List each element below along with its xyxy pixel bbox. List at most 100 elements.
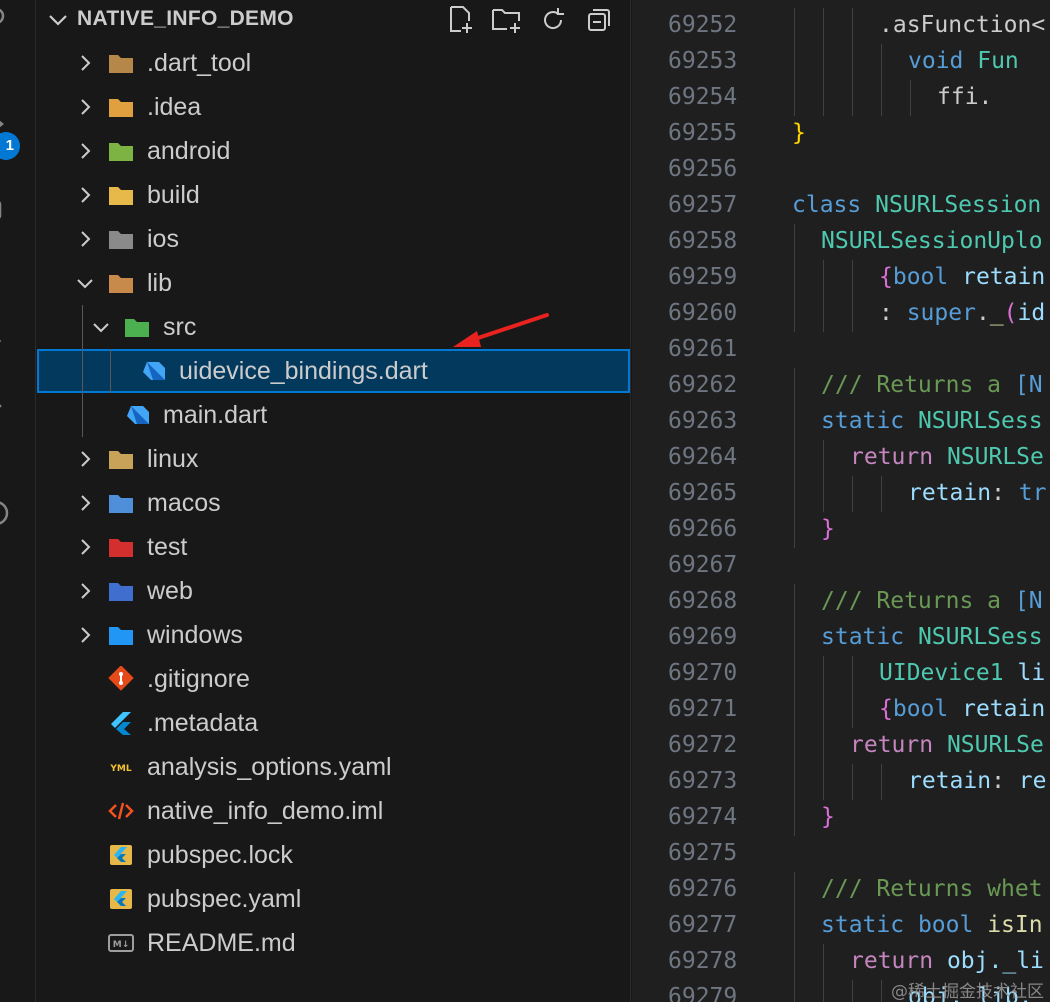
code-token: re (1018, 768, 1047, 794)
xml-icon (107, 798, 135, 824)
indent-guide (794, 368, 795, 404)
tree-file[interactable]: pubspec.yaml (37, 877, 630, 921)
code-token: bool (904, 912, 974, 938)
code-text: : super._(id (879, 300, 1045, 326)
chevron-down-icon[interactable] (75, 273, 95, 293)
tree-item-label: .dart_tool (147, 49, 252, 77)
tree-item-label: src (163, 313, 197, 341)
tree-item-label: android (147, 137, 231, 165)
linux-folder-icon (107, 446, 135, 472)
remote-icon[interactable] (0, 498, 16, 528)
tree-folder[interactable]: lib (37, 261, 630, 305)
chevron-right-icon[interactable] (75, 449, 95, 469)
chevron-right-icon[interactable] (75, 493, 95, 513)
tree-folder[interactable]: android (37, 129, 630, 173)
tree-folder[interactable]: linux (37, 437, 630, 481)
chevron-right-icon[interactable] (75, 53, 95, 73)
debug-icon[interactable] (0, 320, 16, 350)
new-folder-icon[interactable] (490, 4, 524, 36)
refresh-icon[interactable] (536, 4, 570, 36)
code-text: return obj._li (850, 948, 1044, 974)
tree-file[interactable]: uidevice_bindings.dart (37, 349, 630, 393)
tree-file[interactable]: main.dart (37, 393, 630, 437)
collapse-all-icon[interactable] (582, 4, 616, 36)
extensions-icon[interactable] (0, 196, 16, 226)
tree-file[interactable]: .metadata (37, 701, 630, 745)
testing-icon[interactable] (0, 392, 16, 422)
code-token: : (991, 480, 1019, 506)
tree-folder[interactable]: test (37, 525, 630, 569)
chevron-right-icon[interactable] (75, 581, 95, 601)
tree-folder[interactable]: .dart_tool (37, 41, 630, 85)
indent-guide (823, 260, 824, 296)
code-token: ( (1003, 300, 1018, 326)
tree-item-label: web (147, 577, 193, 605)
indent-guide (794, 404, 795, 440)
chevron-right-icon[interactable] (75, 537, 95, 557)
chevron-right-icon[interactable] (75, 229, 95, 249)
indent-guide (910, 80, 911, 116)
tree-file[interactable]: native_info_demo.iml (37, 789, 630, 833)
tree-folder[interactable]: build (37, 173, 630, 217)
code-token: static (821, 912, 905, 938)
indent-guide (794, 44, 795, 80)
code-token: retain (908, 480, 992, 506)
tree-item-label: windows (147, 621, 243, 649)
tree-file[interactable]: YML analysis_options.yaml (37, 745, 630, 789)
code-token: obj. (933, 948, 1003, 974)
annotation-arrow (453, 313, 549, 347)
indent-guide (794, 764, 795, 800)
code-token: _li (1002, 948, 1044, 974)
chevron-right-icon[interactable] (75, 141, 95, 161)
code-token: return (850, 444, 934, 470)
line-number: 69272 (668, 732, 738, 758)
tree-folder[interactable]: windows (37, 613, 630, 657)
chevron-down-icon[interactable] (91, 317, 111, 337)
indent-guide (852, 260, 853, 296)
line-number: 69276 (668, 876, 738, 902)
tree-folder[interactable]: ios (37, 217, 630, 261)
code-token: /// Returns a (821, 372, 1015, 398)
tree-file[interactable]: pubspec.lock (37, 833, 630, 877)
code-text: /// Returns a [N (821, 588, 1043, 614)
code-token: id (1017, 300, 1046, 326)
code-token: .asFunction< (879, 12, 1046, 38)
tree-file[interactable]: .gitignore (37, 657, 630, 701)
build-folder-icon (107, 182, 135, 208)
tree-folder[interactable]: macos (37, 481, 630, 525)
code-line: 69257 class NSURLSession (632, 188, 1050, 224)
indent-guide (852, 80, 853, 116)
chevron-down-icon[interactable] (47, 9, 69, 31)
code-text: return NSURLSe (850, 732, 1044, 758)
indent-guide (881, 44, 882, 80)
chevron-right-icon[interactable] (75, 185, 95, 205)
code-token: NSURLSession (861, 192, 1042, 218)
new-file-icon[interactable] (444, 4, 478, 36)
code-editor[interactable]: 69252 .asFunction< 69253 void Fun 69254 ffi. 6… (632, 0, 1050, 1002)
code-line: 69277 static bool isIn (632, 908, 1050, 944)
indent-guide (852, 296, 853, 332)
code-line: 69270 UIDevice1 li (632, 656, 1050, 692)
tree-item-label: README.md (147, 929, 296, 957)
indent-guide (852, 692, 853, 728)
git-icon (107, 665, 135, 692)
chevron-right-icon[interactable] (75, 97, 95, 117)
line-number: 69254 (668, 84, 738, 110)
code-token: static (821, 624, 905, 650)
line-number: 69259 (668, 264, 738, 290)
indent-guide (794, 908, 795, 944)
tree-item-label: uidevice_bindings.dart (179, 357, 428, 385)
code-line: 69265 retain: tr (632, 476, 1050, 512)
tree-file[interactable]: M↓ README.md (37, 921, 630, 965)
code-line: 69273 retain: re (632, 764, 1050, 800)
notification-badge: 1 (0, 132, 20, 160)
code-token: NSURLSe (933, 732, 1044, 758)
chevron-right-icon[interactable] (75, 625, 95, 645)
search-icon[interactable] (0, 4, 16, 34)
code-token: { (879, 264, 893, 290)
explorer-header[interactable]: NATIVE_INFO_DEMO (37, 0, 630, 40)
flutter-icon (107, 710, 135, 736)
code-text: retain: tr (908, 480, 1047, 506)
tree-folder[interactable]: .idea (37, 85, 630, 129)
tree-folder[interactable]: web (37, 569, 630, 613)
